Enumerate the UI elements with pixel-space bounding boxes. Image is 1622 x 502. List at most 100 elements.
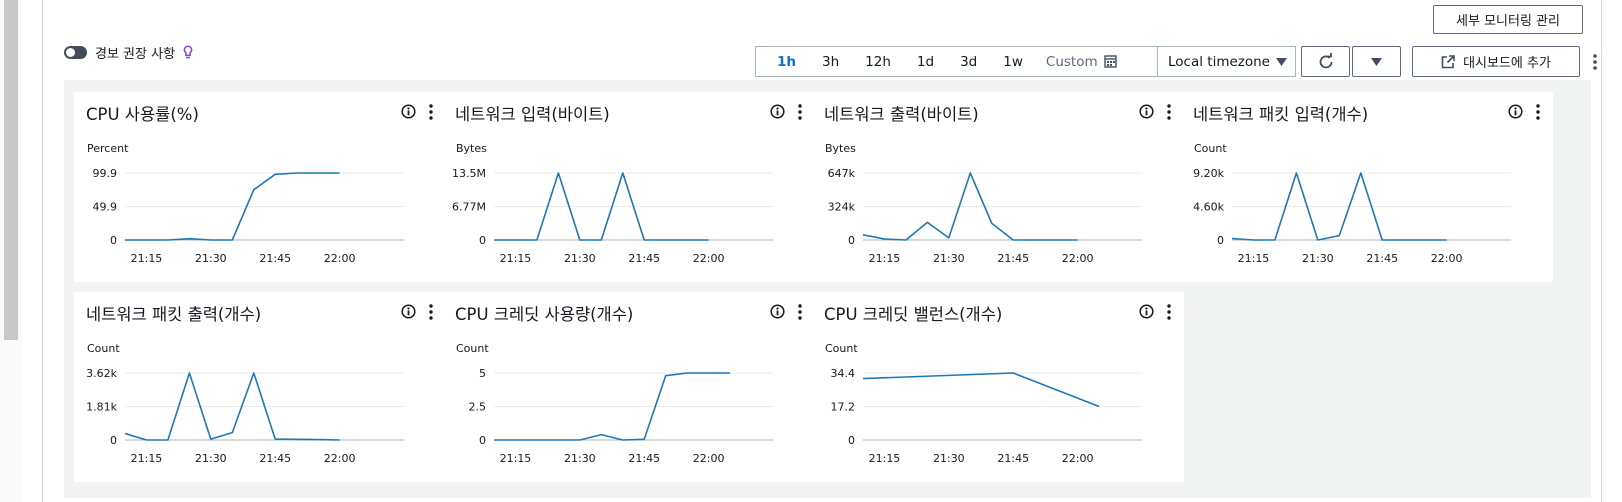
line-chart: Bytes 13.5M 6.77M 0 21:15 21:30 21:45 22:00 <box>452 142 773 265</box>
widget-menu-icon[interactable] <box>797 103 803 121</box>
x-tick-label: 21:30 <box>1302 252 1334 265</box>
range-3h[interactable]: 3h <box>809 54 852 70</box>
page-scrollbar[interactable] <box>0 0 22 502</box>
widget-menu-icon[interactable] <box>1166 303 1172 321</box>
widget-menu-icon[interactable] <box>1535 103 1541 121</box>
info-icon[interactable] <box>1508 104 1523 119</box>
y-tick-label: 647k <box>828 167 856 180</box>
custom-label: Custom <box>1045 53 1098 70</box>
metric-widget: 네트워크 입력(바이트) Bytes 13.5M 6.77M 0 21:15 21:30 2… <box>443 92 815 282</box>
line-chart: Bytes 647k 324k 0 21:15 21:30 21:45 22:00 <box>825 142 1142 265</box>
widget-menu-icon[interactable] <box>797 303 803 321</box>
x-tick-label: 22:00 <box>324 452 356 465</box>
left-divider <box>42 0 43 502</box>
x-tick-label: 21:30 <box>933 252 965 265</box>
timezone-select[interactable]: Local timezone <box>1157 46 1297 77</box>
y-axis-unit-label: Bytes <box>825 142 856 155</box>
widget-title: 네트워크 패킷 출력(개수) <box>86 305 262 324</box>
y-tick-label: 0 <box>110 434 117 447</box>
info-icon[interactable] <box>1139 304 1154 319</box>
info-icon[interactable] <box>1139 104 1154 119</box>
alarm-recommendations-toggle[interactable]: 경보 권장 사항 <box>64 42 193 62</box>
add-to-dashboard-button[interactable]: 대시보드에 추가 <box>1412 46 1580 77</box>
refresh-icon <box>1319 52 1332 68</box>
x-tick-label: 22:00 <box>693 452 725 465</box>
x-tick-label: 21:45 <box>628 252 660 265</box>
info-icon[interactable] <box>770 104 785 119</box>
external-link-icon <box>1441 54 1455 68</box>
range-12h[interactable]: 12h <box>852 54 904 70</box>
x-tick-label: 22:00 <box>1431 252 1463 265</box>
calendar-icon <box>1103 55 1117 68</box>
x-tick-label: 21:15 <box>869 452 901 465</box>
caret-down-icon <box>1276 57 1287 66</box>
y-tick-label: 49.9 <box>93 201 118 214</box>
widget-title: CPU 크레딧 밸런스(개수) <box>824 305 1003 324</box>
x-tick-label: 21:45 <box>997 252 1029 265</box>
x-tick-label: 22:00 <box>1062 252 1094 265</box>
widget-menu-icon[interactable] <box>428 303 434 321</box>
refresh-button[interactable] <box>1301 46 1350 77</box>
widget-title: CPU 사용률(%) <box>86 105 199 124</box>
x-tick-label: 21:15 <box>1238 252 1270 265</box>
caret-down-icon <box>1371 57 1382 66</box>
custom-range-button[interactable]: Custom <box>1036 54 1127 70</box>
y-tick-label: 99.9 <box>93 167 118 180</box>
y-tick-label: 0 <box>848 434 855 447</box>
y-tick-label: 2.5 <box>469 401 487 414</box>
y-axis-unit-label: Count <box>87 342 120 355</box>
widget-title: 네트워크 입력(바이트) <box>455 105 610 124</box>
info-icon[interactable] <box>401 304 416 319</box>
y-tick-label: 0 <box>848 234 855 247</box>
line-chart: Count 5 2.5 0 21:15 21:30 21:45 22:00 <box>456 342 773 465</box>
range-1h[interactable]: 1h <box>764 54 809 70</box>
info-icon[interactable] <box>401 104 416 119</box>
y-axis-unit-label: Percent <box>87 142 129 155</box>
refresh-options-button[interactable] <box>1352 46 1401 77</box>
range-3d[interactable]: 3d <box>947 54 990 70</box>
metrics-dashboard: CPU 사용률(%) Percent 99.9 49.9 0 21:15 21:30 21:… <box>64 80 1591 498</box>
manage-detailed-monitoring-button[interactable]: 세부 모니터링 관리 <box>1433 5 1583 34</box>
x-tick-label: 22:00 <box>693 252 725 265</box>
y-axis-unit-label: Bytes <box>456 142 487 155</box>
y-tick-label: 9.20k <box>1193 167 1224 180</box>
y-tick-label: 34.4 <box>831 367 856 380</box>
x-tick-label: 21:15 <box>500 252 532 265</box>
y-tick-label: 4.60k <box>1193 201 1224 214</box>
series-line <box>862 372 1100 408</box>
y-tick-label: 3.62k <box>86 367 117 380</box>
widget-menu-icon[interactable] <box>1166 103 1172 121</box>
line-chart: Percent 99.9 49.9 0 21:15 21:30 21:45 22:00 <box>87 142 404 265</box>
right-divider <box>1601 0 1602 502</box>
widget-menu-icon[interactable] <box>428 103 434 121</box>
y-tick-label: 0 <box>1217 234 1224 247</box>
x-tick-label: 21:30 <box>195 252 227 265</box>
x-tick-label: 21:15 <box>131 452 163 465</box>
widget-title: 네트워크 출력(바이트) <box>824 105 979 124</box>
line-chart: Count 34.4 17.2 0 21:15 21:30 21:45 22:00 <box>825 342 1142 465</box>
y-tick-label: 324k <box>828 201 856 214</box>
x-tick-label: 21:45 <box>1366 252 1398 265</box>
x-tick-label: 21:30 <box>933 452 965 465</box>
add-to-dashboard-label: 대시보드에 추가 <box>1463 56 1551 71</box>
y-tick-label: 0 <box>479 434 486 447</box>
metric-widget: 네트워크 출력(바이트) Bytes 647k 324k 0 21:15 21:30 21:… <box>812 92 1184 282</box>
page-scrollbar-thumb[interactable] <box>4 0 18 340</box>
timezone-value: Local timezone <box>1168 53 1270 70</box>
range-1w[interactable]: 1w <box>990 54 1036 70</box>
y-tick-label: 13.5M <box>452 167 486 180</box>
metric-widget: CPU 크레딧 밸런스(개수) Count 34.4 17.2 0 21:15 21:30… <box>812 292 1184 482</box>
toggle-switch[interactable] <box>64 45 87 59</box>
metric-widget: 네트워크 패킷 입력(개수) Count 9.20k 4.60k 0 21:15 21:3… <box>1181 92 1553 282</box>
lightbulb-icon <box>183 44 193 58</box>
more-options-icon[interactable] <box>1588 50 1602 74</box>
x-tick-label: 21:45 <box>259 452 291 465</box>
y-tick-label: 5 <box>479 367 486 380</box>
x-tick-label: 22:00 <box>324 252 356 265</box>
info-icon[interactable] <box>770 304 785 319</box>
x-tick-label: 22:00 <box>1062 452 1094 465</box>
x-tick-label: 21:15 <box>131 252 163 265</box>
range-1d[interactable]: 1d <box>904 54 947 70</box>
line-chart: Count 9.20k 4.60k 0 21:15 21:30 21:45 22:00 <box>1193 142 1511 265</box>
x-tick-label: 21:45 <box>628 452 660 465</box>
